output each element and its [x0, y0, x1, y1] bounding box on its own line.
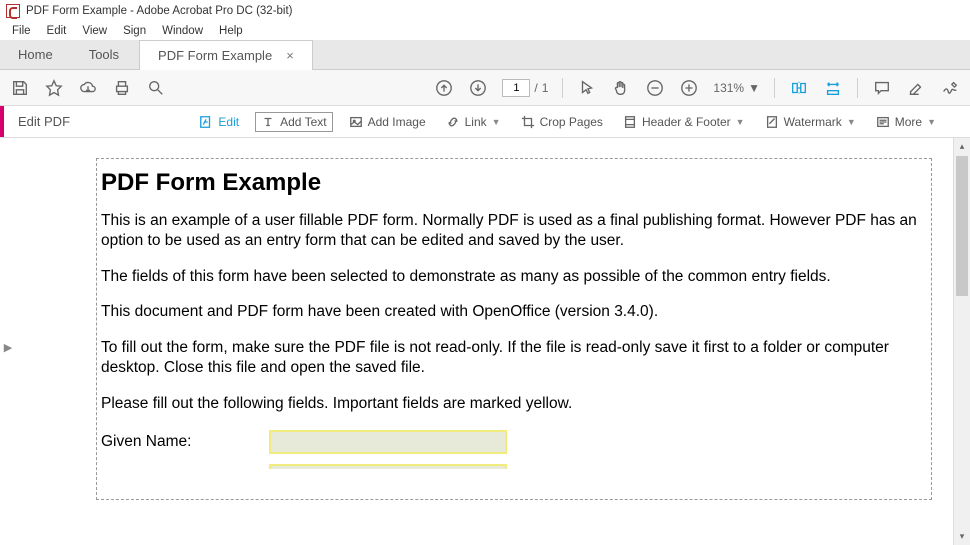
close-icon[interactable]: ×	[286, 48, 294, 63]
doc-paragraph-4[interactable]: To fill out the form, make sure the PDF …	[101, 338, 927, 378]
tool-crop-label: Crop Pages	[540, 115, 603, 129]
page-up-icon[interactable]	[434, 78, 454, 98]
cloud-icon[interactable]	[78, 78, 98, 98]
tool-header-footer-label: Header & Footer	[642, 115, 731, 129]
chevron-down-icon: ▼	[492, 117, 501, 127]
edit-pdf-bar: Edit PDF Edit Add Text Add Image Link ▼ C…	[0, 106, 970, 138]
given-name-field[interactable]	[269, 430, 507, 454]
tool-add-text[interactable]: Add Text	[255, 112, 332, 132]
page-indicator: / 1	[502, 79, 548, 97]
document-viewport[interactable]: PDF Form Example This is an example of a…	[18, 138, 952, 545]
hand-icon[interactable]	[611, 78, 631, 98]
save-icon[interactable]	[10, 78, 30, 98]
highlight-icon[interactable]	[906, 78, 926, 98]
menu-view[interactable]: View	[74, 23, 115, 39]
chevron-down-icon: ▼	[927, 117, 936, 127]
fit-page-icon[interactable]	[823, 78, 843, 98]
tab-home[interactable]: Home	[0, 40, 71, 69]
chevron-down-icon: ▼	[736, 117, 745, 127]
tool-more-label: More	[895, 115, 922, 129]
print-icon[interactable]	[112, 78, 132, 98]
acrobat-icon	[6, 4, 20, 18]
zoom-in-icon[interactable]	[679, 78, 699, 98]
doc-paragraph-1[interactable]: This is an example of a user fillable PD…	[101, 211, 927, 251]
tab-document-label: PDF Form Example	[158, 48, 272, 63]
separator	[562, 78, 563, 98]
edit-tools: Edit Add Text Add Image Link ▼ Crop Pages…	[195, 112, 952, 132]
form-row-given-name: Given Name:	[101, 430, 927, 454]
page-down-icon[interactable]	[468, 78, 488, 98]
scroll-up-icon[interactable]: ▴	[954, 138, 970, 155]
menu-bar: File Edit View Sign Window Help	[0, 22, 970, 40]
menu-file[interactable]: File	[4, 23, 39, 39]
pdf-page[interactable]: PDF Form Example This is an example of a…	[96, 158, 932, 500]
doc-paragraph-5[interactable]: Please fill out the following fields. Im…	[101, 394, 927, 414]
tool-watermark-label: Watermark	[784, 115, 842, 129]
vertical-scrollbar[interactable]: ▴ ▾	[953, 138, 970, 545]
separator	[857, 78, 858, 98]
edit-pdf-label: Edit PDF	[4, 114, 84, 129]
chevron-down-icon: ▼	[847, 117, 856, 127]
menu-edit[interactable]: Edit	[39, 23, 75, 39]
menu-help[interactable]: Help	[211, 23, 251, 39]
comment-icon[interactable]	[872, 78, 892, 98]
doc-paragraph-3[interactable]: This document and PDF form have been cre…	[101, 302, 927, 322]
chevron-down-icon: ▼	[748, 81, 760, 95]
tool-edit-label: Edit	[218, 115, 239, 129]
menu-window[interactable]: Window	[154, 23, 211, 39]
zoom-value-label: 131%	[713, 81, 744, 95]
tool-header-footer[interactable]: Header & Footer ▼	[619, 112, 749, 132]
sign-icon[interactable]	[940, 78, 960, 98]
pointer-icon[interactable]	[577, 78, 597, 98]
tool-link-label: Link	[465, 115, 487, 129]
page-current-input[interactable]	[502, 79, 530, 97]
window-titlebar: PDF Form Example - Adobe Acrobat Pro DC …	[0, 0, 970, 22]
scroll-down-icon[interactable]: ▾	[954, 528, 970, 545]
form-row-next	[101, 464, 927, 469]
separator	[774, 78, 775, 98]
panel-expand-left[interactable]: ▶	[2, 338, 14, 356]
tool-link[interactable]: Link ▼	[442, 112, 505, 132]
tool-add-image[interactable]: Add Image	[345, 112, 430, 132]
star-icon[interactable]	[44, 78, 64, 98]
doc-heading[interactable]: PDF Form Example	[101, 169, 927, 197]
tab-document[interactable]: PDF Form Example ×	[139, 40, 313, 70]
zoom-out-icon[interactable]	[645, 78, 665, 98]
page-total: 1	[542, 81, 549, 95]
tool-watermark[interactable]: Watermark ▼	[761, 112, 860, 132]
page-slash: /	[534, 81, 537, 95]
doc-paragraph-2[interactable]: The fields of this form have been select…	[101, 267, 927, 287]
menu-sign[interactable]: Sign	[115, 23, 154, 39]
tool-crop[interactable]: Crop Pages	[517, 112, 607, 132]
window-title: PDF Form Example - Adobe Acrobat Pro DC …	[26, 5, 293, 17]
given-name-label[interactable]: Given Name:	[101, 433, 269, 451]
search-icon[interactable]	[146, 78, 166, 98]
next-field[interactable]	[269, 464, 507, 469]
fit-width-icon[interactable]	[789, 78, 809, 98]
tool-add-text-label: Add Text	[280, 115, 326, 129]
tool-edit[interactable]: Edit	[195, 112, 243, 132]
tool-add-image-label: Add Image	[368, 115, 426, 129]
zoom-level[interactable]: 131% ▼	[713, 81, 760, 95]
tab-strip: Home Tools PDF Form Example ×	[0, 40, 970, 70]
tab-tools[interactable]: Tools	[71, 40, 137, 69]
scroll-thumb[interactable]	[956, 156, 968, 296]
tool-more[interactable]: More ▼	[872, 112, 940, 132]
main-toolbar: / 1 131% ▼	[0, 70, 970, 106]
